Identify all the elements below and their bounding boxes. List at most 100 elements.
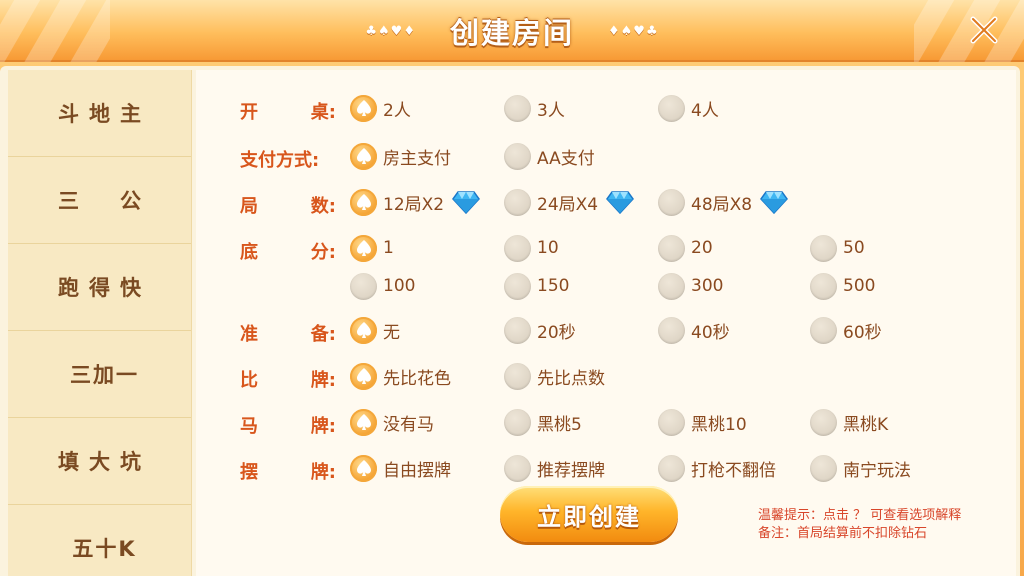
row-label-payment: 支付方式: — [240, 150, 320, 171]
option-ready-60s[interactable]: 60秒 — [810, 316, 882, 344]
option-label: 60秒 — [843, 322, 882, 343]
create-room-button[interactable]: 立即创建 — [500, 486, 678, 542]
radio-icon — [810, 454, 837, 482]
header-bar: ♣♠♥♦ 创建房间 ♦♠♥♣ — [0, 0, 1024, 62]
option-label: AA支付 — [537, 148, 595, 169]
settings-content: 开 桌: 2人 3人 4人 支付方式: 房主支付 AA支付 局 数: 12局X2… — [196, 70, 1016, 576]
sidebar-item-sangong[interactable]: 三 公 — [8, 157, 191, 244]
label-char: 摆 — [240, 462, 258, 483]
radio-icon — [504, 316, 531, 344]
option-ready-20s[interactable]: 20秒 — [504, 316, 576, 344]
option-label: 50 — [843, 238, 865, 258]
option-payment-aa[interactable]: AA支付 — [504, 142, 595, 170]
title-deco-right: ♦♠♥♣ — [608, 23, 659, 39]
option-label: 先比花色 — [383, 368, 451, 389]
radio-selected-icon — [350, 234, 377, 262]
option-label: 1 — [383, 238, 394, 258]
option-label: 先比点数 — [537, 368, 605, 389]
sidebar-item-wushik[interactable]: 五十K — [8, 505, 191, 576]
option-arrange-nanning[interactable]: 南宁玩法 — [810, 454, 911, 482]
radio-selected-icon — [350, 362, 377, 390]
radio-selected-icon — [350, 454, 377, 482]
close-icon — [970, 16, 998, 44]
sidebar-item-doudizhu[interactable]: 斗地主 — [8, 70, 191, 157]
option-base-150[interactable]: 150 — [504, 272, 569, 300]
option-base-20[interactable]: 20 — [658, 234, 713, 262]
option-label: 2人 — [383, 100, 411, 121]
header-stripes-left — [0, 0, 110, 62]
option-table-2[interactable]: 2人 — [350, 94, 411, 122]
note-text: 备注：首局结算前不扣除钻石 — [758, 526, 928, 541]
option-base-300[interactable]: 300 — [658, 272, 723, 300]
radio-icon — [810, 272, 837, 300]
option-label: 40秒 — [691, 322, 730, 343]
sidebar-item-sanjiayi[interactable]: 三加一 — [8, 331, 191, 418]
option-horse-spade10[interactable]: 黑桃10 — [658, 408, 747, 436]
row-label-ready: 准 备: — [240, 320, 336, 346]
option-base-100[interactable]: 100 — [350, 272, 415, 300]
option-label: 无 — [383, 322, 400, 343]
radio-icon — [658, 454, 685, 482]
label-char: 准 — [240, 324, 258, 345]
close-button[interactable] — [962, 8, 1006, 52]
diamond-icon — [452, 191, 481, 214]
option-base-1[interactable]: 1 — [350, 234, 394, 262]
option-label: 打枪不翻倍 — [691, 460, 776, 481]
radio-icon — [350, 272, 377, 300]
option-horse-none[interactable]: 没有马 — [350, 408, 434, 436]
option-label: 4人 — [691, 100, 719, 121]
option-payment-owner[interactable]: 房主支付 — [350, 142, 451, 170]
sidebar-item-tiandakeng[interactable]: 填大坑 — [8, 418, 191, 505]
label-char: 局 — [240, 196, 258, 217]
label-char: 牌: — [310, 462, 336, 483]
radio-icon — [658, 408, 685, 436]
game-sidebar: 斗地主 三 公 跑得快 三加一 填大坑 五十K — [8, 70, 192, 576]
option-horse-spade5[interactable]: 黑桃5 — [504, 408, 582, 436]
option-label: 24局X4 — [537, 194, 599, 215]
option-label: 500 — [843, 276, 876, 296]
label-char: 桌: — [310, 102, 336, 123]
option-label: 房主支付 — [383, 148, 451, 169]
option-table-3[interactable]: 3人 — [504, 94, 565, 122]
radio-selected-icon — [350, 408, 377, 436]
option-label: 南宁玩法 — [843, 460, 911, 481]
radio-icon — [810, 234, 837, 262]
label-char: 底 — [240, 242, 258, 263]
radio-icon — [504, 272, 531, 300]
title-deco-left: ♣♠♥♦ — [365, 23, 416, 39]
option-rounds-48[interactable]: 48局X8 — [658, 188, 789, 216]
option-compare-suit[interactable]: 先比花色 — [350, 362, 451, 390]
label-char: 比 — [240, 370, 258, 391]
radio-icon — [504, 362, 531, 390]
sidebar-item-paodekuai[interactable]: 跑得快 — [8, 244, 191, 331]
diamond-icon — [606, 191, 635, 214]
radio-icon — [810, 408, 837, 436]
radio-icon — [504, 142, 531, 170]
option-table-4[interactable]: 4人 — [658, 94, 719, 122]
option-ready-40s[interactable]: 40秒 — [658, 316, 730, 344]
option-rounds-24[interactable]: 24局X4 — [504, 188, 635, 216]
radio-icon — [658, 316, 685, 344]
radio-icon — [658, 234, 685, 262]
radio-icon — [504, 188, 531, 216]
radio-icon — [658, 94, 685, 122]
label-char: 牌: — [310, 370, 336, 391]
option-label: 48局X8 — [691, 194, 753, 215]
label-char: 备: — [310, 324, 336, 345]
option-label: 3人 — [537, 100, 565, 121]
option-base-500[interactable]: 500 — [810, 272, 875, 300]
option-ready-none[interactable]: 无 — [350, 316, 400, 344]
option-arrange-noshoot-double[interactable]: 打枪不翻倍 — [658, 454, 776, 482]
option-compare-points[interactable]: 先比点数 — [504, 362, 605, 390]
option-label: 10 — [537, 238, 559, 258]
option-base-50[interactable]: 50 — [810, 234, 865, 262]
option-rounds-12[interactable]: 12局X2 — [350, 188, 481, 216]
option-horse-spadek[interactable]: 黑桃K — [810, 408, 888, 436]
radio-selected-icon — [350, 142, 377, 170]
option-arrange-free[interactable]: 自由摆牌 — [350, 454, 451, 482]
option-base-10[interactable]: 10 — [504, 234, 559, 262]
row-label-horse: 马 牌: — [240, 412, 336, 438]
option-arrange-recommend[interactable]: 推荐摆牌 — [504, 454, 605, 482]
row-label-compare: 比 牌: — [240, 366, 336, 392]
option-label: 300 — [691, 276, 724, 296]
